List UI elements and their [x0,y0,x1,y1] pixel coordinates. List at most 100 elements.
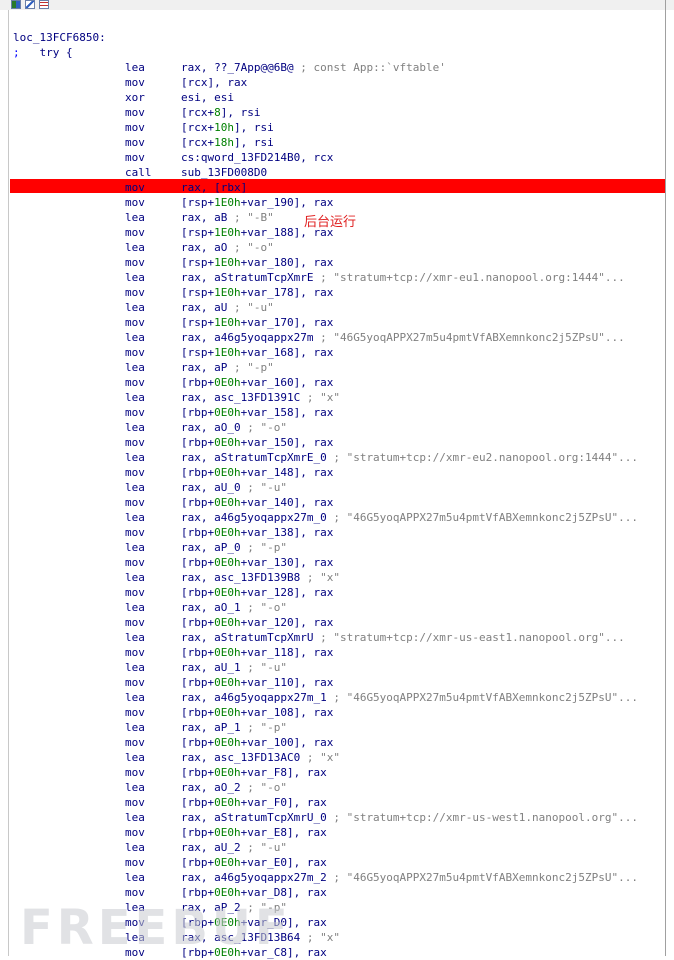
operand-text: rax, [rbx] [181,181,248,194]
graph-view-icon[interactable] [11,0,21,9]
instruction-row[interactable]: mov [rsp+1E0h+var_170], rax [13,315,665,330]
comment: ; "-p" [240,541,287,554]
instruction-row[interactable]: mov [rbp+0E0h+var_160], rax [13,375,665,390]
operand-text: [rsp+1E0h+var_190], rax [181,196,334,209]
instruction-row[interactable]: mov [rbp+0E0h+var_F8], rax [13,765,665,780]
instruction-row[interactable]: lea rax, asc_13FD13AC0 ; "x" [13,750,665,765]
comment: ; const App::`vftable' [293,61,446,74]
instruction-row[interactable]: mov cs:qword_13FD214B0, rcx [13,150,665,165]
mnemonic: mov [125,196,145,209]
instruction-row[interactable]: mov [rbp+0E0h+var_108], rax [13,705,665,720]
instruction-row[interactable]: lea rax, aU_2 ; "-u" [13,840,665,855]
instruction-row[interactable]: lea rax, aP ; "-p" [13,360,665,375]
instruction-row[interactable]: mov [rbp+0E0h+var_E0], rax [13,855,665,870]
instruction-row[interactable]: lea rax, aU_0 ; "-u" [13,480,665,495]
instruction-row[interactable]: mov [rsp+1E0h+var_180], rax [13,255,665,270]
instruction-row[interactable]: mov [rsp+1E0h+var_168], rax [13,345,665,360]
instruction-row[interactable]: mov [rbp+0E0h+var_138], rax [13,525,665,540]
instruction-row[interactable]: mov [rbp+0E0h+var_E8], rax [13,825,665,840]
comment: ; "x" [300,931,340,944]
chart-icon[interactable] [25,0,35,9]
instruction-row[interactable]: xor esi, esi [13,90,665,105]
mnemonic: mov [125,886,145,899]
comment: ; "-B" [227,211,274,224]
operand-text: rax, aP_1 [181,721,241,734]
location-label[interactable]: loc_13FCF6850: [13,30,665,45]
instruction-row[interactable]: mov [rbp+0E0h+var_128], rax [13,585,665,600]
operand-text: [rsp+1E0h+var_170], rax [181,316,334,329]
instruction-row[interactable]: mov [rcx+10h], rsi [13,120,665,135]
mnemonic: lea [125,211,145,224]
instruction-row[interactable]: lea rax, a46g5yoqappx27m ; "46G5yoqAPPX27… [13,330,665,345]
comment: ; "-p" [240,721,287,734]
instruction-row[interactable]: lea rax, aP_0 ; "-p" [13,540,665,555]
instruction-row[interactable]: lea rax, aStratumTcpXmrU ; "stratum+tcp:/… [13,630,665,645]
operand-text: [rsp+1E0h+var_178], rax [181,286,334,299]
instruction-row[interactable]: mov [rcx], rax [13,75,665,90]
instruction-row-selected[interactable]: mov rax, [rbx] [13,180,665,195]
comment: ; "-u" [240,841,287,854]
instruction-row[interactable]: lea rax, ??_7App@@6B@ ; const App::`vftab… [13,60,665,75]
instruction-row[interactable]: mov [rcx+8], rsi [13,105,665,120]
operand-text: rax, aStratumTcpXmrE [181,271,314,284]
operand-text: rax, a46g5yoqappx27m_2 [181,871,327,884]
operand-text: rax, aStratumTcpXmrU_0 [181,811,327,824]
instruction-row[interactable]: mov [rbp+0E0h+var_110], rax [13,675,665,690]
operands: [rbp+0E0h+var_148], rax [181,465,333,480]
operands: rax, aP ; "-p" [181,360,274,375]
instruction-row[interactable]: call sub_13FD008D0 [13,165,665,180]
instruction-row[interactable]: mov [rsp+1E0h+var_190], rax [13,195,665,210]
instruction-row[interactable]: lea rax, aO_1 ; "-o" [13,600,665,615]
operands: sub_13FD008D0 [181,165,267,180]
instruction-row[interactable]: lea rax, aU ; "-u" [13,300,665,315]
instruction-row[interactable]: mov [rbp+0E0h+var_148], rax [13,465,665,480]
instruction-row[interactable]: mov [rbp+0E0h+var_120], rax [13,615,665,630]
instruction-row[interactable]: lea rax, a46g5yoqappx27m_1 ; "46G5yoqAPPX… [13,690,665,705]
instruction-row[interactable]: lea rax, aStratumTcpXmrU_0 ; "stratum+tcp… [13,810,665,825]
mnemonic: mov [125,151,145,164]
instruction-row[interactable]: mov [rbp+0E0h+var_130], rax [13,555,665,570]
instruction-row[interactable]: lea rax, aO_2 ; "-o" [13,780,665,795]
operand-text: rax, aU_1 [181,661,241,674]
comment: ; "-u" [240,661,287,674]
comment: ; "x" [300,751,340,764]
instruction-row[interactable]: mov [rcx+18h], rsi [13,135,665,150]
mnemonic: mov [125,436,145,449]
operand-text: rax, aO_0 [181,421,241,434]
instruction-row[interactable]: lea rax, aO_0 ; "-o" [13,420,665,435]
instruction-row[interactable]: lea rax, aU_1 ; "-u" [13,660,665,675]
instruction-row[interactable]: mov [rbp+0E0h+var_140], rax [13,495,665,510]
instruction-row[interactable]: lea rax, aStratumTcpXmrE ; "stratum+tcp:/… [13,270,665,285]
scrollbar-divider [665,0,666,956]
instruction-row[interactable]: lea rax, asc_13FD1391C ; "x" [13,390,665,405]
operand-text: [rbp+0E0h+var_110], rax [181,676,334,689]
mnemonic: lea [125,421,145,434]
instruction-row[interactable]: mov [rbp+0E0h+var_118], rax [13,645,665,660]
operands: [rcx+8], rsi [181,105,261,120]
mnemonic: lea [125,61,145,74]
operands: rax, asc_13FD1391C ; "x" [181,390,340,405]
disassembly-listing[interactable]: loc_13FCF6850: ; try { lea rax, ??_7App@@… [13,30,665,960]
text-view-icon[interactable] [39,0,49,9]
instruction-row[interactable]: lea rax, asc_13FD139B8 ; "x" [13,570,665,585]
operands: [rbp+0E0h+var_150], rax [181,435,333,450]
instruction-row[interactable]: mov [rsp+1E0h+var_178], rax [13,285,665,300]
instruction-row[interactable]: mov [rbp+0E0h+var_D8], rax [13,885,665,900]
instruction-row[interactable]: lea rax, a46g5yoqappx27m_0 ; "46G5yoqAPPX… [13,510,665,525]
instruction-row[interactable]: mov [rbp+0E0h+var_150], rax [13,435,665,450]
instruction-row[interactable]: lea rax, a46g5yoqappx27m_2 ; "46G5yoqAPPX… [13,870,665,885]
instruction-row[interactable]: mov [rbp+0E0h+var_F0], rax [13,795,665,810]
instruction-row[interactable]: lea rax, aP_1 ; "-p" [13,720,665,735]
instruction-row[interactable]: lea rax, aO ; "-o" [13,240,665,255]
operand-text: rax, a46g5yoqappx27m [181,331,314,344]
mnemonic: lea [125,511,145,524]
mnemonic: lea [125,571,145,584]
instruction-row[interactable]: lea rax, aStratumTcpXmrE_0 ; "stratum+tcp… [13,450,665,465]
mnemonic: lea [125,811,145,824]
instruction-row[interactable]: mov [rbp+0E0h+var_158], rax [13,405,665,420]
instruction-list: lea rax, ??_7App@@6B@ ; const App::`vftab… [13,60,665,960]
mnemonic: mov [125,856,145,869]
operand-text: [rsp+1E0h+var_168], rax [181,346,334,359]
comment: ; "-o" [227,241,274,254]
instruction-row[interactable]: mov [rbp+0E0h+var_100], rax [13,735,665,750]
